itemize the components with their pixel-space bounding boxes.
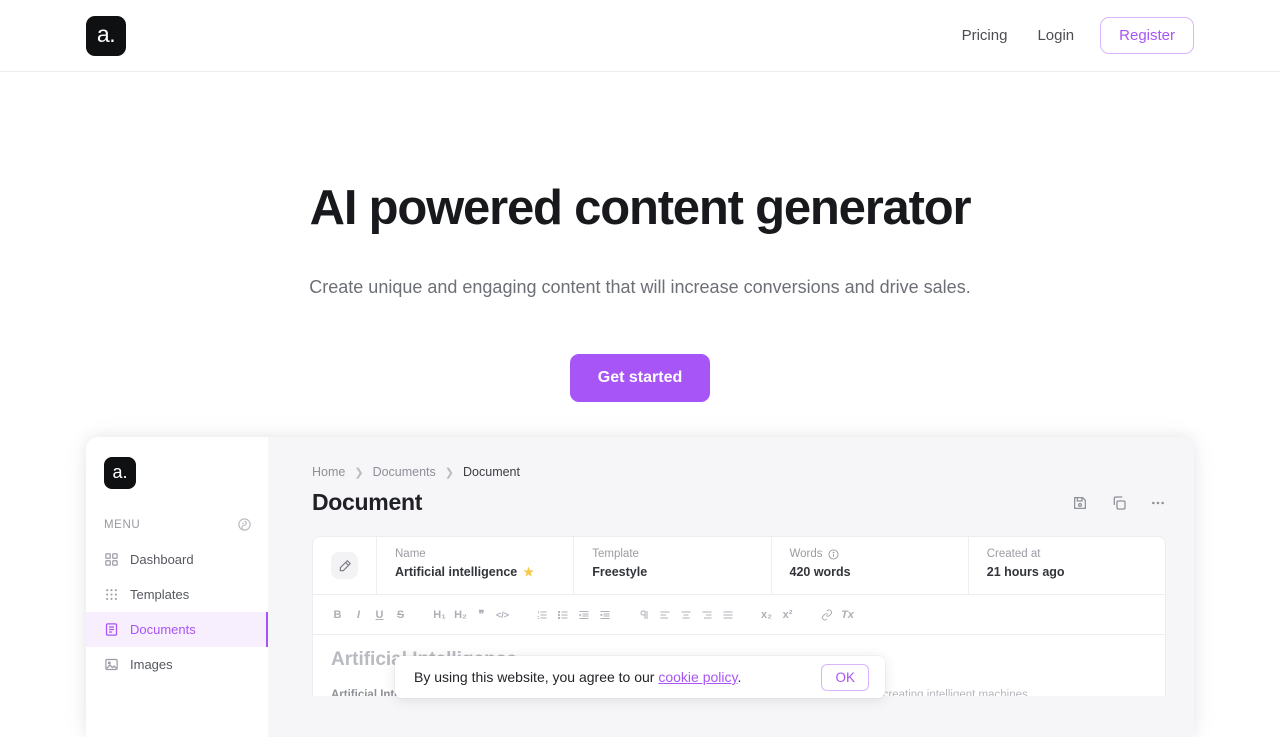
header-nav: Pricing Login Register: [958, 17, 1194, 54]
brand-logo-text: a.: [96, 20, 116, 47]
toolbar-group-block: H₁ H₂ ❞ </>: [429, 604, 513, 625]
meta-name: Name Artificial intelligence ★: [377, 537, 575, 594]
nav-pricing[interactable]: Pricing: [958, 21, 1012, 50]
sidebar-menu-label: MENU: [104, 518, 141, 531]
document-title-row: Document: [312, 489, 1166, 516]
heading-2-icon[interactable]: H₂: [450, 604, 471, 625]
meta-words-value: 420 words: [789, 565, 851, 579]
sidebar-label-images: Images: [130, 657, 173, 672]
heading-1-icon[interactable]: H₁: [429, 604, 450, 625]
meta-name-key: Name: [395, 548, 426, 560]
cookie-policy-link[interactable]: cookie policy: [658, 669, 737, 685]
align-center-icon[interactable]: [675, 604, 696, 625]
info-icon[interactable]: [827, 548, 839, 560]
more-icon[interactable]: [1150, 495, 1166, 511]
brand-logo[interactable]: a.: [86, 15, 126, 56]
palette-icon[interactable]: [237, 517, 252, 532]
meta-words-key: Words: [789, 548, 823, 560]
align-left-icon[interactable]: [654, 604, 675, 625]
cookie-ok-button[interactable]: OK: [821, 663, 869, 691]
subscript-icon[interactable]: x₂: [756, 604, 777, 625]
meta-created-value: 21 hours ago: [986, 565, 1065, 579]
sidebar-item-templates[interactable]: Templates: [86, 577, 268, 612]
align-justify-icon[interactable]: [717, 604, 738, 625]
meta-name-value-wrap: Artificial intelligence ★: [395, 565, 573, 579]
sidebar-label-documents: Documents: [130, 622, 196, 637]
document-type-cell: [313, 537, 377, 594]
image-icon: [104, 657, 119, 672]
hero-section: AI powered content generator Create uniq…: [0, 72, 1280, 402]
app-sidebar-logo[interactable]: a.: [104, 457, 136, 489]
register-button[interactable]: Register: [1100, 17, 1194, 54]
toolbar-group-script: x₂ x²: [756, 604, 798, 625]
cookie-banner: By using this website, you agree to our …: [395, 656, 885, 698]
meta-words: Words 420 words: [772, 537, 969, 594]
cookie-text-after: .: [737, 669, 742, 685]
chevron-right-icon: ❯: [354, 466, 364, 479]
link-icon[interactable]: [816, 604, 837, 625]
clear-format-icon[interactable]: Tx: [837, 604, 858, 625]
meta-words-key-wrap: Words: [790, 548, 968, 560]
text-direction-icon[interactable]: [633, 604, 654, 625]
meta-template-key: Template: [592, 548, 639, 560]
app-sidebar-logo-text: a.: [112, 462, 128, 482]
copy-icon[interactable]: [1111, 495, 1127, 511]
site-header: a. Pricing Login Register: [0, 0, 1280, 72]
meta-created-key: Created at: [986, 548, 1041, 560]
star-icon[interactable]: ★: [523, 565, 534, 579]
hero-subheading: Create unique and engaging content that …: [309, 276, 971, 297]
meta-template-value: Freestyle: [592, 565, 648, 579]
grid-9-icon: [104, 587, 119, 602]
grid-4-icon: [104, 552, 119, 567]
meta-created: Created at 21 hours ago: [969, 537, 1165, 594]
cookie-banner-text: By using this website, you agree to our …: [414, 669, 741, 685]
app-sidebar: a. MENU Dashboard Templates Documents Im…: [86, 437, 268, 737]
breadcrumb-documents[interactable]: Documents: [373, 465, 436, 479]
sidebar-label-dashboard: Dashboard: [130, 552, 194, 567]
underline-icon[interactable]: U: [369, 604, 390, 625]
sidebar-item-documents[interactable]: Documents: [86, 612, 268, 647]
bold-icon[interactable]: B: [327, 604, 348, 625]
breadcrumb-current: Document: [463, 465, 520, 479]
breadcrumb-home[interactable]: Home: [312, 465, 345, 479]
blockquote-icon[interactable]: ❞: [471, 604, 492, 625]
save-icon[interactable]: [1072, 495, 1088, 511]
document-meta-row: Name Artificial intelligence ★ Template …: [313, 537, 1165, 595]
align-right-icon[interactable]: [696, 604, 717, 625]
chevron-right-icon: ❯: [444, 466, 455, 479]
sidebar-menu-header: MENU: [104, 517, 252, 532]
document-actions: [1072, 495, 1166, 511]
toolbar-group-lists: [531, 604, 615, 625]
nav-login[interactable]: Login: [1033, 21, 1078, 50]
indent-icon[interactable]: [573, 604, 594, 625]
sidebar-label-templates: Templates: [130, 587, 190, 602]
sidebar-item-images[interactable]: Images: [86, 647, 268, 682]
hero-heading: AI powered content generator: [309, 181, 972, 235]
document-list-icon: [104, 622, 119, 637]
bullet-list-icon[interactable]: [552, 604, 573, 625]
meta-name-value: Artificial intelligence: [395, 565, 518, 579]
superscript-icon[interactable]: x²: [777, 604, 798, 625]
pen-icon: [331, 552, 358, 579]
page-title: Document: [312, 489, 423, 515]
strikethrough-icon[interactable]: S: [390, 604, 411, 625]
ordered-list-icon[interactable]: [531, 604, 552, 625]
toolbar-group-misc: Tx: [816, 604, 858, 625]
toolbar-group-format: B I U S: [327, 604, 411, 625]
outdent-icon[interactable]: [594, 604, 615, 625]
hero-cta-wrap: Get started: [0, 353, 1280, 402]
cookie-text-before: By using this website, you agree to our: [414, 669, 659, 685]
toolbar-group-align: [633, 604, 738, 625]
italic-icon[interactable]: I: [348, 604, 369, 625]
get-started-button[interactable]: Get started: [569, 353, 711, 402]
breadcrumb: Home ❯ Documents ❯ Document: [312, 465, 1166, 479]
code-block-icon[interactable]: </>: [492, 604, 513, 625]
sidebar-item-dashboard[interactable]: Dashboard: [86, 542, 268, 577]
editor-toolbar: B I U S H₁ H₂ ❞ </> x₂ x² Tx: [313, 595, 1165, 635]
meta-template: Template Freestyle: [574, 537, 772, 594]
